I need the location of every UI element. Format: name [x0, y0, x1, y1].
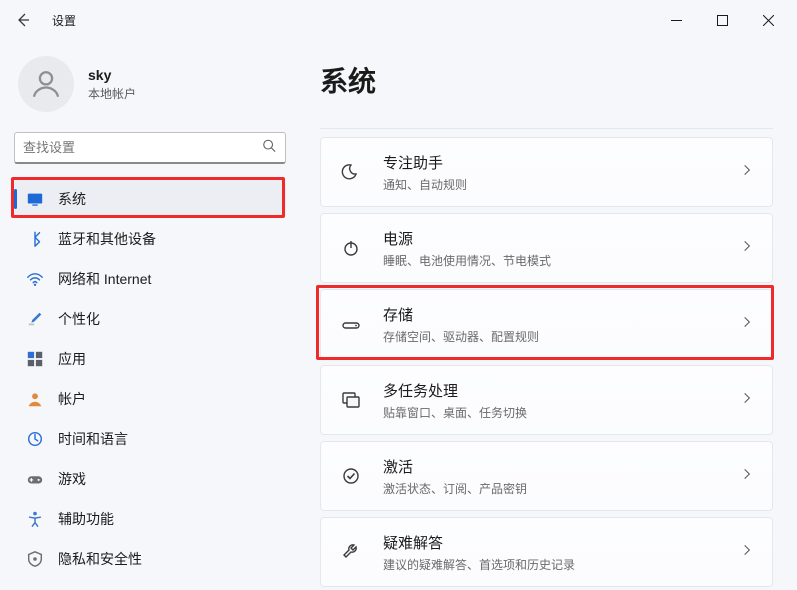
sidebar-item-label: 系统: [58, 189, 86, 209]
sidebar-item-wifi[interactable]: 网络和 Internet: [14, 260, 286, 298]
multitask-icon: [339, 390, 363, 410]
card-sub: 激活状态、订阅、产品密钥: [383, 480, 527, 497]
sidebar-item-apps[interactable]: 应用: [14, 340, 286, 378]
gaming-icon: [26, 470, 44, 488]
card-sub: 睡眠、电池使用情况、节电模式: [383, 252, 551, 269]
sidebar-item-label: 帐户: [58, 389, 86, 409]
window-title: 设置: [52, 12, 76, 29]
card-title: 电源: [383, 228, 551, 249]
profile-name: sky: [88, 67, 136, 83]
sidebar-item-account[interactable]: 帐户: [14, 380, 286, 418]
sidebar-item-label: 游戏: [58, 469, 86, 489]
close-icon: [763, 15, 774, 26]
card-sub: 通知、自动规则: [383, 176, 467, 193]
sidebar-item-label: 时间和语言: [58, 429, 128, 449]
maximize-button[interactable]: [699, 4, 745, 36]
minimize-button[interactable]: [653, 4, 699, 36]
chevron-right-icon: [740, 161, 754, 184]
card-title: 激活: [383, 456, 527, 477]
card-sub: 贴靠窗口、桌面、任务切换: [383, 404, 527, 421]
main-panel: 系统 专注助手通知、自动规则电源睡眠、电池使用情况、节电模式存储存储空间、驱动器…: [300, 40, 797, 590]
settings-card-storage[interactable]: 存储存储空间、驱动器、配置规则: [320, 289, 773, 359]
divider: [320, 128, 773, 129]
settings-card-activation[interactable]: 激活激活状态、订阅、产品密钥: [320, 441, 773, 511]
sidebar-item-brush[interactable]: 个性化: [14, 300, 286, 338]
card-title: 存储: [383, 304, 539, 325]
card-list: 专注助手通知、自动规则电源睡眠、电池使用情况、节电模式存储存储空间、驱动器、配置…: [320, 137, 773, 590]
settings-card-moon[interactable]: 专注助手通知、自动规则: [320, 137, 773, 207]
card-title: 疑难解答: [383, 532, 575, 553]
chevron-right-icon: [740, 541, 754, 564]
sidebar-item-label: 个性化: [58, 309, 100, 329]
card-sub: 存储空间、驱动器、配置规则: [383, 328, 539, 345]
sidebar-item-accessibility[interactable]: 辅助功能: [14, 500, 286, 538]
privacy-icon: [26, 550, 44, 568]
page-title: 系统: [320, 60, 773, 100]
bluetooth-icon: [26, 230, 44, 248]
card-title: 专注助手: [383, 152, 467, 173]
person-icon: [29, 67, 63, 101]
avatar: [18, 56, 74, 112]
troubleshoot-icon: [339, 542, 363, 562]
chevron-right-icon: [740, 465, 754, 488]
search-input[interactable]: [14, 132, 286, 164]
storage-icon: [339, 314, 363, 334]
sidebar-item-system[interactable]: 系统: [14, 180, 286, 218]
brush-icon: [26, 310, 44, 328]
minimize-icon: [671, 15, 682, 26]
sidebar-item-gaming[interactable]: 游戏: [14, 460, 286, 498]
sidebar-item-bluetooth[interactable]: 蓝牙和其他设备: [14, 220, 286, 258]
search-icon: [262, 139, 276, 158]
search-box[interactable]: [14, 132, 286, 164]
card-title: 多任务处理: [383, 380, 527, 401]
close-button[interactable]: [745, 4, 791, 36]
sidebar-nav: 系统蓝牙和其他设备网络和 Internet 个性化应用帐户时间和语言游戏辅助功能隐…: [14, 180, 286, 578]
settings-card-power[interactable]: 电源睡眠、电池使用情况、节电模式: [320, 213, 773, 283]
arrow-left-icon: [15, 12, 31, 28]
sidebar: sky 本地帐户 系统蓝牙和其他设备网络和 Internet 个性化应用帐户时间和…: [0, 40, 300, 590]
back-button[interactable]: [6, 3, 40, 37]
chevron-right-icon: [740, 313, 754, 336]
time-icon: [26, 430, 44, 448]
profile-block[interactable]: sky 本地帐户: [14, 48, 286, 122]
maximize-icon: [717, 15, 728, 26]
sidebar-item-label: 应用: [58, 349, 86, 369]
sidebar-item-label: 辅助功能: [58, 509, 114, 529]
accessibility-icon: [26, 510, 44, 528]
chevron-right-icon: [740, 237, 754, 260]
power-icon: [339, 238, 363, 258]
profile-sub: 本地帐户: [88, 85, 136, 102]
chevron-right-icon: [740, 389, 754, 412]
sidebar-item-privacy[interactable]: 隐私和安全性: [14, 540, 286, 578]
account-icon: [26, 390, 44, 408]
card-sub: 建议的疑难解答、首选项和历史记录: [383, 556, 575, 573]
system-icon: [26, 190, 44, 208]
sidebar-item-label: 隐私和安全性: [58, 549, 142, 569]
sidebar-item-time[interactable]: 时间和语言: [14, 420, 286, 458]
sidebar-item-label: 网络和 Internet: [58, 269, 151, 289]
settings-card-troubleshoot[interactable]: 疑难解答建议的疑难解答、首选项和历史记录: [320, 517, 773, 587]
sidebar-item-label: 蓝牙和其他设备: [58, 229, 156, 249]
wifi-icon: [26, 270, 44, 288]
apps-icon: [26, 350, 44, 368]
moon-icon: [339, 162, 363, 182]
settings-card-multitask[interactable]: 多任务处理贴靠窗口、桌面、任务切换: [320, 365, 773, 435]
titlebar: 设置: [0, 0, 797, 40]
activation-icon: [339, 466, 363, 486]
